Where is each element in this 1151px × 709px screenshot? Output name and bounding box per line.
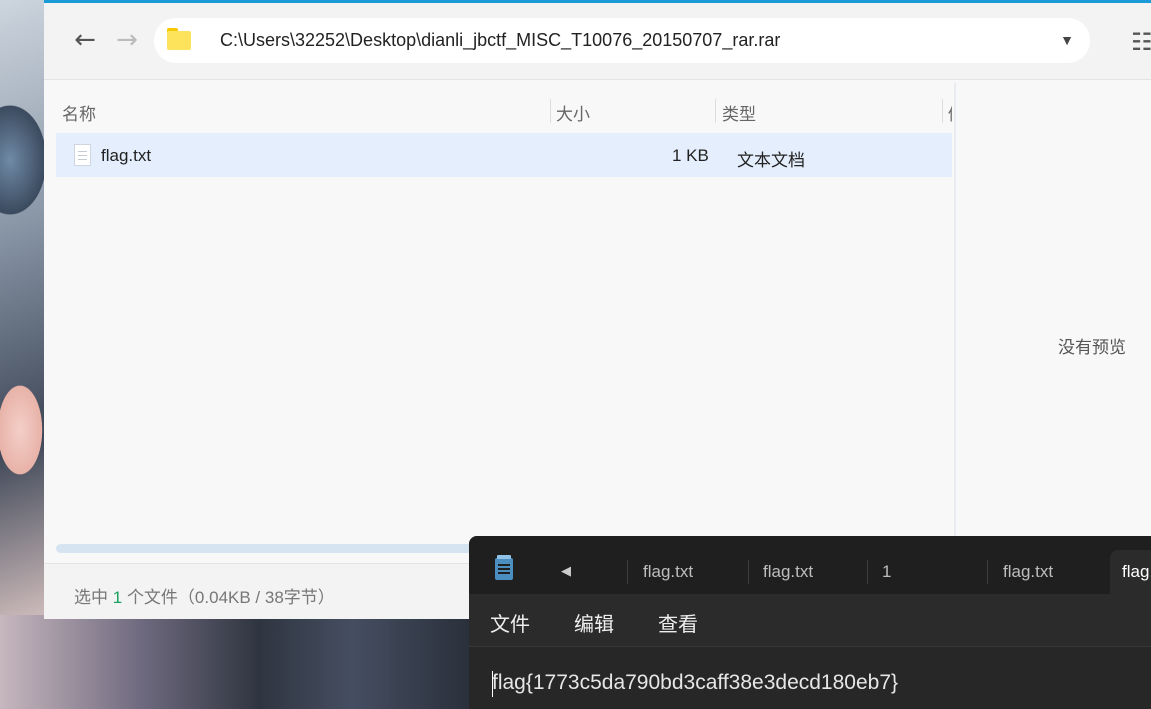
tab-flag-txt-2[interactable]: flag.txt [763, 562, 813, 582]
menu-file[interactable]: 文件 [490, 608, 530, 637]
horizontal-scrollbar[interactable] [56, 544, 476, 553]
no-preview-label: 没有预览 [1058, 338, 1126, 357]
text-editor[interactable]: flag{1773c5da790bd3caff38e3decd180eb7} [469, 646, 1151, 709]
archive-explorer-window: ← → C:\Users\32252\Desktop\dianli_jbctf_… [44, 0, 1151, 619]
tab-1[interactable]: 1 [882, 562, 891, 582]
address-bar[interactable]: C:\Users\32252\Desktop\dianli_jbctf_MISC… [154, 18, 1090, 63]
notepad-window: ◀ flag.txt flag.txt 1 flag.txt flag.txt … [469, 536, 1151, 709]
file-name: flag.txt [101, 146, 152, 165]
editor-content[interactable]: flag{1773c5da790bd3caff38e3decd180eb7} [492, 671, 898, 695]
tab-flag-txt-active[interactable]: flag.txt [1110, 550, 1151, 594]
tab-scroll-left-icon[interactable]: ◀ [561, 563, 571, 579]
tab-flag-txt-3[interactable]: flag.txt [1003, 562, 1053, 582]
text-caret [492, 671, 493, 697]
column-header-size[interactable]: 大小 [556, 100, 590, 125]
notepad-app-icon [495, 555, 513, 580]
notepad-menu-bar: 文件 编辑 查看 [469, 594, 1151, 646]
column-header-type[interactable]: 类型 [722, 100, 756, 125]
tab-divider [748, 560, 749, 584]
navigation-bar: ← → C:\Users\32252\Desktop\dianli_jbctf_… [44, 3, 1151, 80]
notepad-tab-bar: ◀ flag.txt flag.txt 1 flag.txt flag.txt [469, 536, 1151, 594]
file-size: 1 KB [672, 146, 709, 165]
dropdown-chevron-icon[interactable]: ▼ [1060, 32, 1074, 48]
tab-flag-txt-1[interactable]: flag.txt [643, 562, 693, 582]
table-row[interactable]: flag.txt 1 KB 文本文档 [56, 133, 952, 177]
status-prefix: 选中 [74, 588, 108, 607]
address-path[interactable]: C:\Users\32252\Desktop\dianli_jbctf_MISC… [220, 30, 780, 51]
column-divider[interactable] [942, 99, 943, 123]
file-type: 文本文档 [737, 151, 805, 170]
status-suffix: 个文件（0.04KB / 38字节） [126, 588, 335, 607]
menu-view[interactable]: 查看 [658, 608, 698, 637]
status-count: 1 [112, 588, 123, 607]
menu-edit[interactable]: 编辑 [574, 608, 614, 637]
folder-icon [167, 28, 191, 50]
preview-pane: 没有预览 [954, 83, 1151, 539]
desktop-wallpaper-bottom [0, 615, 470, 709]
status-bar: 选中 1 个文件（0.04KB / 38字节） [44, 563, 470, 619]
column-divider[interactable] [715, 99, 716, 123]
selection-status: 选中 1 个文件（0.04KB / 38字节） [74, 583, 335, 608]
column-header-modified[interactable]: 修 [948, 100, 952, 125]
text-file-icon [74, 144, 91, 166]
column-divider[interactable] [550, 99, 551, 123]
tab-divider [987, 560, 988, 584]
forward-arrow-icon[interactable]: → [112, 25, 142, 55]
column-headers: 名称 大小 类型 修 [44, 81, 952, 131]
back-arrow-icon[interactable]: ← [70, 25, 100, 55]
file-list-pane: 名称 大小 类型 修 flag.txt 1 KB 文本文档 [44, 81, 952, 563]
tab-divider [627, 560, 628, 584]
view-toggle-icon[interactable]: ☷ [1131, 29, 1151, 55]
column-header-name[interactable]: 名称 [62, 100, 96, 125]
tab-divider [867, 560, 868, 584]
